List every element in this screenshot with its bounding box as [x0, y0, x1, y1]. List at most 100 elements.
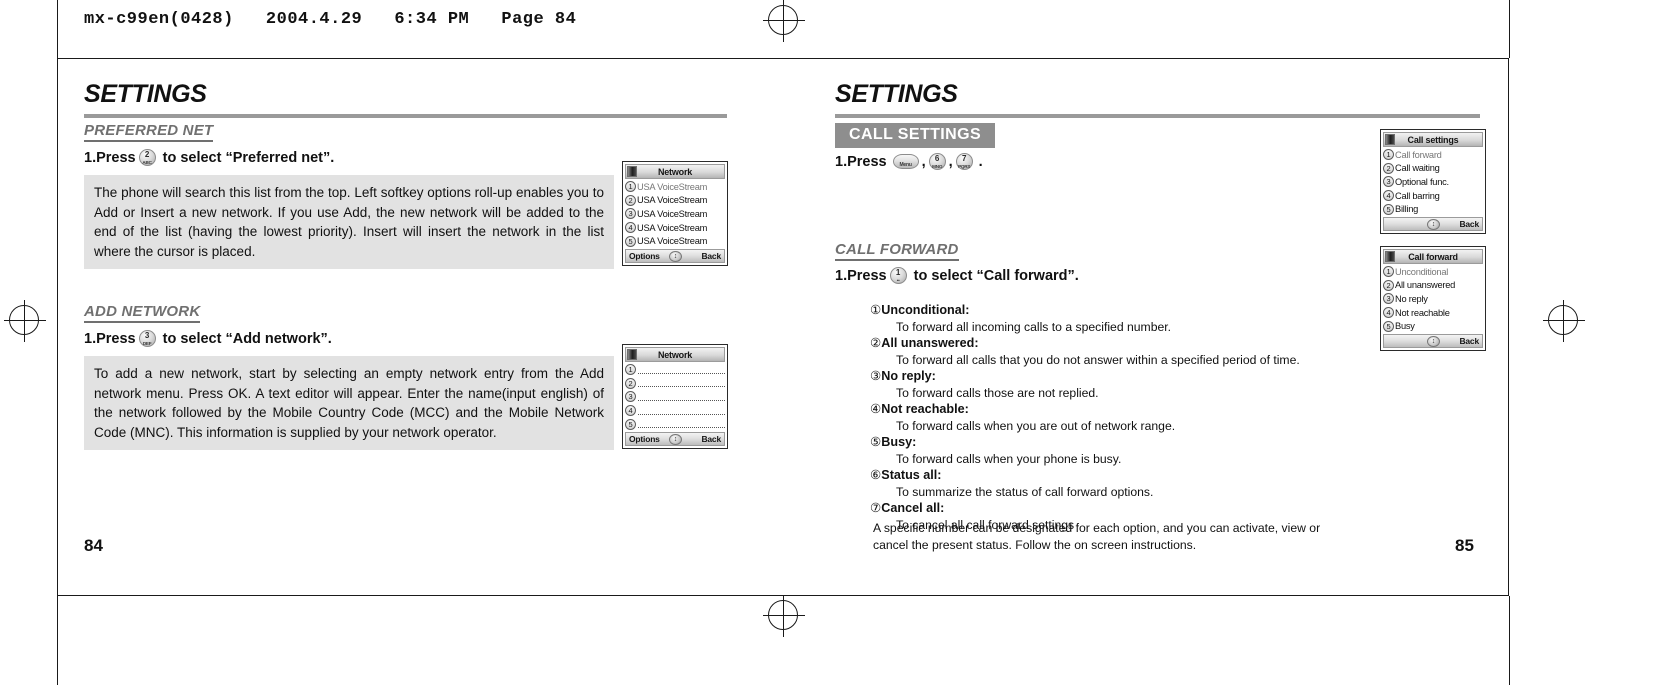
- screen-titlebar: Network: [625, 164, 725, 179]
- battery-icon: [1385, 134, 1395, 145]
- screen-softkey-bar: ↕ Back: [1383, 216, 1483, 231]
- list-item[interactable]: 1 Call forward: [1383, 148, 1483, 162]
- softkey-left[interactable]: Options: [629, 251, 660, 261]
- definition-term: ⑦Cancel all:: [870, 500, 1300, 517]
- definition-description: To forward calls those are not replied.: [896, 385, 1099, 400]
- screen-menu-list: 1 2 3 4 5: [625, 362, 725, 431]
- list-item[interactable]: 1 USA VoiceStream: [625, 180, 725, 194]
- step-suffix: to select “Preferred net”.: [162, 149, 335, 166]
- definition-number: ③: [870, 369, 882, 383]
- definition-label: Cancel all:: [881, 501, 945, 515]
- screen-titlebar: Call settings: [1383, 132, 1483, 147]
- step-preferred-net: 1.Press 2 ABC to select “Preferred net”.: [84, 149, 334, 166]
- step-suffix: to select “Add network”.: [162, 330, 332, 347]
- page-title-right: SETTINGS: [835, 80, 958, 108]
- softkey-right[interactable]: Back: [1459, 336, 1479, 346]
- list-item[interactable]: 1: [625, 363, 725, 377]
- navigation-key-icon[interactable]: ↕: [1427, 218, 1440, 230]
- subheading-add-network: ADD NETWORK: [84, 303, 201, 323]
- definition-description: To forward all incoming calls to a speci…: [896, 319, 1172, 334]
- screen-title-text: Network: [657, 166, 693, 177]
- screen-menu-list: 1 Unconditional 2 All unanswered 3 No re…: [1383, 264, 1483, 333]
- definition-term: ③No reply:: [870, 368, 1300, 385]
- registration-mark-top: [763, 0, 805, 42]
- list-item[interactable]: 5 Billing: [1383, 202, 1483, 216]
- item-number: 3: [625, 391, 636, 403]
- list-item[interactable]: 3: [625, 390, 725, 404]
- screen-softkey-bar: Options ↕ Back: [625, 431, 725, 446]
- screen-menu-list: 1 Call forward 2 Call waiting 3 Optional…: [1383, 147, 1483, 216]
- keypad-key-6-icon: 6 MNO: [928, 153, 946, 170]
- phone-screen-call-settings: Call settings 1 Call forward 2 Call wait…: [1380, 129, 1486, 234]
- empty-entry-dots: [638, 407, 725, 415]
- list-item[interactable]: 4 USA VoiceStream: [625, 221, 725, 235]
- title-rule-left: [84, 114, 727, 118]
- item-number: 3: [1383, 293, 1394, 305]
- item-label: No reply: [1395, 293, 1428, 304]
- subheading-call-forward: CALL FORWARD: [835, 241, 959, 261]
- definition-number: ④: [870, 402, 882, 416]
- step-suffix: .: [978, 153, 983, 170]
- key-sublabel: ABC: [142, 160, 152, 165]
- list-item[interactable]: 2 Call waiting: [1383, 162, 1483, 176]
- item-number: 4: [1383, 307, 1394, 319]
- key-number: 3: [144, 331, 150, 340]
- key-sublabel: PQRS: [958, 164, 971, 169]
- screen-softkey-bar: Options ↕ Back: [625, 248, 725, 263]
- item-number: 2: [625, 377, 636, 389]
- list-item[interactable]: 2: [625, 377, 725, 391]
- page-title-left: SETTINGS: [84, 80, 207, 108]
- softkey-left[interactable]: Options: [629, 434, 660, 444]
- item-label: USA VoiceStream: [637, 236, 708, 247]
- list-item[interactable]: 4: [625, 404, 725, 418]
- empty-entry-dots: [638, 393, 725, 401]
- softkey-right[interactable]: Back: [701, 434, 721, 444]
- softkey-right[interactable]: Back: [701, 251, 721, 261]
- softkey-right[interactable]: Back: [1459, 219, 1479, 229]
- list-item[interactable]: 3 USA VoiceStream: [625, 207, 725, 221]
- definition-term: ①Unconditional:: [870, 302, 1300, 319]
- list-item[interactable]: 2 All unanswered: [1383, 279, 1483, 293]
- list-item[interactable]: 4 Not reachable: [1383, 306, 1483, 320]
- item-label: Call forward: [1395, 149, 1442, 160]
- page-number-right: 85: [1455, 536, 1474, 555]
- list-item[interactable]: 5: [625, 417, 725, 431]
- item-label: USA VoiceStream: [637, 208, 708, 219]
- screen-title-text: Call forward: [1408, 251, 1458, 262]
- banner-call-settings: CALL SETTINGS: [835, 123, 996, 148]
- list-item[interactable]: 3 Optional func.: [1383, 175, 1483, 189]
- list-item[interactable]: 3 No reply: [1383, 292, 1483, 306]
- item-label: Call barring: [1395, 190, 1440, 201]
- screen-menu-list: 1 USA VoiceStream 2 USA VoiceStream 3 US…: [625, 179, 725, 248]
- definition-label: Unconditional:: [881, 303, 970, 317]
- step-call-settings: 1.Press Menu , 6 MNO , 7 PQRS .: [835, 153, 983, 170]
- list-item[interactable]: 5 USA VoiceStream: [625, 234, 725, 248]
- call-forward-option-list: ①Unconditional: To forward all incoming …: [870, 302, 1300, 533]
- definition-number: ⑤: [870, 435, 882, 449]
- empty-entry-dots: [638, 379, 725, 388]
- page-right: SETTINGS CALL SETTINGS 1.Press Menu , 6 …: [783, 58, 1509, 596]
- list-item[interactable]: 2 USA VoiceStream: [625, 194, 725, 208]
- key-number: 7: [961, 154, 967, 163]
- definition-number: ②: [870, 336, 882, 350]
- item-number: 2: [1383, 162, 1394, 174]
- definition-description: To summarize the status of call forward …: [896, 484, 1154, 499]
- navigation-key-icon[interactable]: ↕: [669, 250, 682, 262]
- definition-term: ②All unanswered:: [870, 335, 1300, 352]
- navigation-key-icon[interactable]: ↕: [669, 433, 682, 445]
- item-number: 4: [625, 405, 636, 417]
- definition-label: All unanswered:: [881, 336, 979, 350]
- definition-label: Not reachable:: [881, 402, 969, 416]
- item-number: 1: [625, 181, 636, 193]
- definition-number: ⑥: [870, 468, 882, 482]
- item-number: 2: [625, 194, 636, 206]
- registration-mark-right: [1543, 300, 1585, 342]
- item-label: Call waiting: [1395, 163, 1440, 174]
- list-item[interactable]: 5 Busy: [1383, 319, 1483, 333]
- list-item[interactable]: 4 Call barring: [1383, 189, 1483, 203]
- keypad-key-2-icon: 2 ABC: [138, 149, 156, 166]
- list-item[interactable]: 1 Unconditional: [1383, 265, 1483, 279]
- item-label: Optional func.: [1395, 176, 1449, 187]
- navigation-key-icon[interactable]: ↕: [1427, 335, 1440, 347]
- step-prefix: 1.Press: [84, 149, 136, 166]
